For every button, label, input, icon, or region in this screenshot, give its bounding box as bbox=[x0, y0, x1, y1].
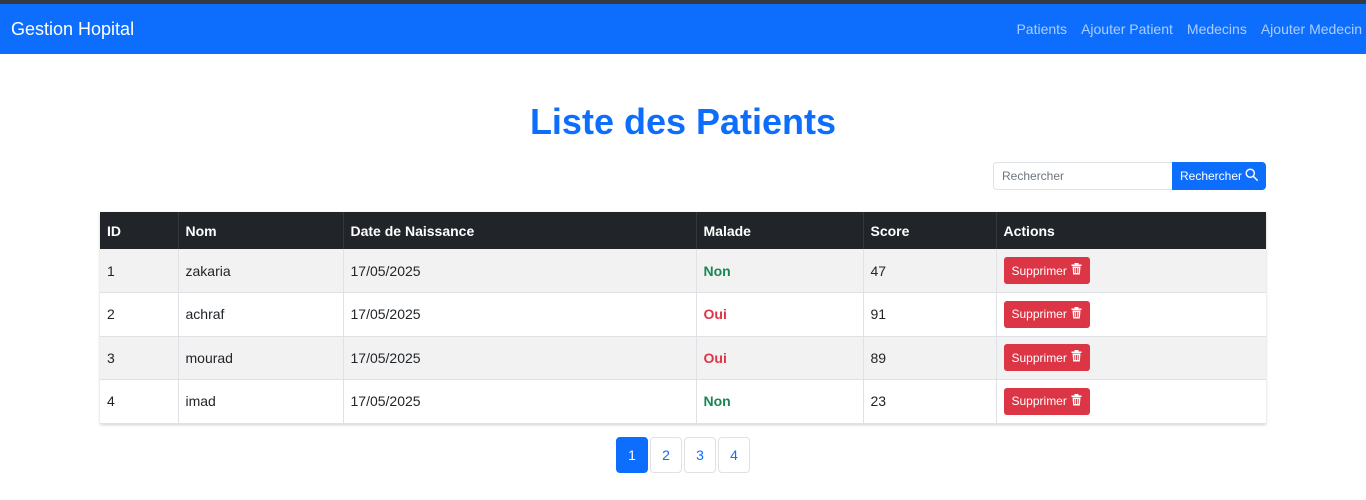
delete-button-label: Supprimer bbox=[1011, 350, 1067, 365]
cell-date: 17/05/2025 bbox=[343, 379, 697, 424]
delete-button[interactable]: Supprimer bbox=[1003, 300, 1090, 328]
table-row: 4 imad 17/05/2025 Non 23 Supprimer bbox=[100, 379, 1266, 424]
trash-icon bbox=[1071, 393, 1082, 409]
navbar-brand[interactable]: Gestion Hopital bbox=[11, 19, 134, 40]
search-icon bbox=[1245, 168, 1258, 184]
cell-malade: Non bbox=[696, 379, 864, 424]
pagination: 1 2 3 4 bbox=[616, 437, 752, 473]
delete-button-label: Supprimer bbox=[1011, 394, 1067, 409]
nav-link-ajouter-medecin[interactable]: Ajouter Medecin bbox=[1254, 4, 1366, 54]
trash-icon bbox=[1071, 263, 1082, 278]
cell-score: 91 bbox=[863, 292, 997, 337]
column-header-actions: Actions bbox=[996, 212, 1266, 249]
delete-button[interactable]: Supprimer bbox=[1003, 387, 1090, 415]
column-header-malade: Malade bbox=[696, 212, 864, 249]
navbar-links: Patients Ajouter Patient Medecins Ajoute… bbox=[1009, 4, 1366, 54]
search-input[interactable] bbox=[993, 162, 1172, 190]
table-row: 1 zakaria 17/05/2025 Non 47 Supprimer bbox=[100, 249, 1266, 293]
cell-id: 2 bbox=[100, 292, 179, 337]
search-button-label: Rechercher bbox=[1179, 169, 1243, 183]
column-header-id: ID bbox=[100, 212, 179, 249]
trash-icon bbox=[1071, 306, 1082, 322]
cell-malade: Non bbox=[696, 249, 864, 293]
cell-nom: imad bbox=[178, 379, 344, 424]
cell-id: 4 bbox=[100, 379, 179, 424]
cell-malade: Oui bbox=[696, 336, 864, 380]
cell-score: 89 bbox=[863, 336, 997, 380]
search-form: Rechercher bbox=[993, 162, 1266, 190]
delete-button[interactable]: Supprimer bbox=[1003, 257, 1090, 284]
table-row: 3 mourad 17/05/2025 Oui 89 Supprimer bbox=[100, 336, 1266, 380]
patients-table: ID Nom Date de Naissance Malade Score Ac… bbox=[100, 212, 1266, 424]
cell-actions: Supprimer bbox=[996, 379, 1266, 424]
cell-date: 17/05/2025 bbox=[343, 292, 697, 337]
cell-nom: achraf bbox=[178, 292, 344, 337]
nav-link-patients[interactable]: Patients bbox=[1009, 4, 1074, 54]
page-button-1[interactable]: 1 bbox=[616, 437, 648, 473]
cell-id: 1 bbox=[100, 249, 179, 293]
table-header-row: ID Nom Date de Naissance Malade Score Ac… bbox=[100, 212, 1266, 249]
column-header-score: Score bbox=[863, 212, 997, 249]
nav-link-ajouter-patient[interactable]: Ajouter Patient bbox=[1074, 4, 1180, 54]
cell-id: 3 bbox=[100, 336, 179, 380]
cell-actions: Supprimer bbox=[996, 292, 1266, 337]
cell-score: 47 bbox=[863, 249, 997, 293]
delete-button-label: Supprimer bbox=[1011, 263, 1067, 278]
page-button-4[interactable]: 4 bbox=[718, 437, 750, 473]
delete-button[interactable]: Supprimer bbox=[1003, 344, 1090, 372]
cell-date: 17/05/2025 bbox=[343, 336, 697, 380]
column-header-nom: Nom bbox=[178, 212, 344, 249]
cell-date: 17/05/2025 bbox=[343, 249, 697, 293]
page-button-2[interactable]: 2 bbox=[650, 437, 682, 473]
page-title: Liste des Patients bbox=[529, 101, 837, 142]
cell-actions: Supprimer bbox=[996, 336, 1266, 380]
cell-nom: zakaria bbox=[178, 249, 344, 293]
cell-malade: Oui bbox=[696, 292, 864, 337]
page-button-3[interactable]: 3 bbox=[684, 437, 716, 473]
cell-score: 23 bbox=[863, 379, 997, 424]
delete-button-label: Supprimer bbox=[1011, 307, 1067, 322]
navbar: Gestion Hopital Patients Ajouter Patient… bbox=[0, 4, 1366, 54]
column-header-date: Date de Naissance bbox=[343, 212, 697, 249]
patients-table-container: ID Nom Date de Naissance Malade Score Ac… bbox=[100, 212, 1266, 424]
table-row: 2 achraf 17/05/2025 Oui 91 Supprimer bbox=[100, 292, 1266, 337]
cell-actions: Supprimer bbox=[996, 249, 1266, 293]
cell-nom: mourad bbox=[178, 336, 344, 380]
trash-icon bbox=[1071, 350, 1082, 365]
nav-link-medecins[interactable]: Medecins bbox=[1180, 4, 1254, 54]
search-button[interactable]: Rechercher bbox=[1172, 162, 1266, 190]
